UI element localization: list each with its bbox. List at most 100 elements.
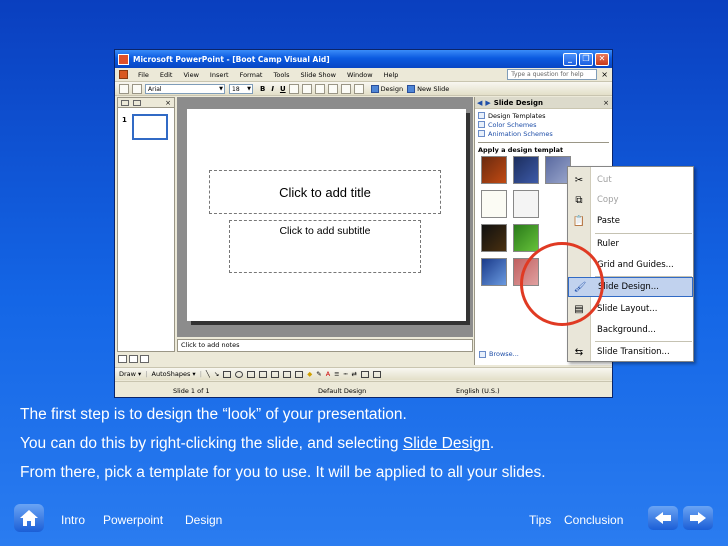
- nav-tips[interactable]: Tips: [529, 513, 551, 527]
- pane-close-icon[interactable]: ×: [165, 99, 171, 107]
- arrow-style-icon[interactable]: ⇄: [352, 370, 357, 378]
- rectangle-tool-icon[interactable]: [223, 370, 232, 378]
- task-pane-close-icon[interactable]: ×: [603, 99, 609, 107]
- 3d-style-icon[interactable]: [373, 370, 381, 378]
- picture-tool-icon[interactable]: [295, 370, 304, 378]
- context-copy[interactable]: ⧉ Copy: [568, 190, 693, 210]
- forward-arrow-icon[interactable]: ▶: [485, 99, 490, 107]
- task-pane-header: ◀ ▶ Slide Design ×: [475, 97, 612, 109]
- nav-design[interactable]: Design: [185, 513, 222, 527]
- text-color-icon[interactable]: A: [326, 370, 330, 378]
- template-thumbnail[interactable]: [513, 156, 539, 184]
- numbering-icon[interactable]: [327, 83, 338, 94]
- oval-tool-icon[interactable]: [235, 370, 244, 378]
- slides-pane-icon[interactable]: [119, 83, 129, 94]
- align-center-icon[interactable]: [301, 83, 312, 94]
- menu-insert[interactable]: Insert: [210, 71, 229, 79]
- font-size-select[interactable]: 18 ▼: [229, 83, 253, 94]
- context-ruler-label: Ruler: [597, 239, 619, 249]
- paste-icon: 📋: [572, 215, 586, 227]
- view-buttons: [118, 355, 151, 363]
- formatting-toolbar: Arial ▼ 18 ▼ B I U Design New Slide: [115, 82, 612, 96]
- back-arrow-icon[interactable]: ◀: [477, 99, 482, 107]
- slide-canvas[interactable]: Click to add title Click to add subtitle: [187, 109, 466, 321]
- wordart-tool-icon[interactable]: [259, 370, 268, 378]
- template-thumbnail[interactable]: [481, 190, 507, 218]
- help-search-input[interactable]: Type a question for help: [507, 69, 598, 80]
- subtitle-placeholder[interactable]: Click to add subtitle: [229, 220, 421, 273]
- apply-template-heading: Apply a design templat: [478, 146, 564, 154]
- autoshapes-menu-button[interactable]: AutoShapes ▾: [152, 370, 196, 378]
- line-tool-icon[interactable]: ╲: [206, 370, 210, 378]
- line-style-icon[interactable]: ≡: [334, 370, 339, 378]
- copy-icon: ⧉: [575, 194, 583, 206]
- minimize-button[interactable]: _: [563, 52, 577, 66]
- slide-thumbnail[interactable]: [132, 114, 168, 140]
- italic-button[interactable]: I: [271, 85, 274, 93]
- template-thumbnail[interactable]: [481, 258, 507, 286]
- nav-powerpoint[interactable]: Powerpoint: [103, 513, 163, 527]
- menu-help[interactable]: Help: [384, 71, 399, 79]
- underline-button[interactable]: U: [280, 85, 286, 93]
- color-schemes-link[interactable]: Color Schemes: [478, 120, 609, 129]
- bold-button[interactable]: B: [260, 85, 265, 93]
- context-cut[interactable]: ✂ Cut: [568, 170, 693, 190]
- design-button[interactable]: Design: [370, 84, 403, 93]
- arrow-tool-icon[interactable]: ↘: [214, 370, 219, 378]
- outline-pane-icon[interactable]: [132, 83, 142, 94]
- align-left-icon[interactable]: [288, 83, 299, 94]
- diagram-tool-icon[interactable]: [271, 370, 280, 378]
- notes-pane[interactable]: Click to add notes: [177, 339, 473, 352]
- menu-file[interactable]: File: [138, 71, 149, 79]
- sorter-view-icon[interactable]: [129, 355, 138, 363]
- previous-button[interactable]: [648, 506, 678, 530]
- design-templates-link[interactable]: Design Templates: [478, 111, 609, 120]
- slideshow-view-icon[interactable]: [140, 355, 149, 363]
- slides-tab-icon[interactable]: [133, 99, 141, 106]
- context-slide-layout-label: Slide Layout...: [597, 304, 658, 314]
- close-button[interactable]: ✕: [595, 52, 609, 66]
- context-background[interactable]: Background...: [568, 320, 693, 340]
- clipart-tool-icon[interactable]: [283, 370, 292, 378]
- fill-color-icon[interactable]: ◆: [307, 370, 312, 378]
- outline-tab-icon[interactable]: [121, 99, 129, 106]
- title-placeholder[interactable]: Click to add title: [209, 170, 441, 214]
- increase-font-icon[interactable]: [340, 83, 351, 94]
- draw-menu-button[interactable]: Draw ▾: [119, 370, 141, 378]
- browse-link[interactable]: Browse...: [479, 350, 519, 358]
- new-slide-button[interactable]: New Slide: [407, 84, 449, 93]
- template-thumbnail[interactable]: [481, 224, 507, 252]
- next-button[interactable]: [683, 506, 713, 530]
- menu-view[interactable]: View: [183, 71, 198, 79]
- nav-intro[interactable]: Intro: [61, 513, 85, 527]
- dash-style-icon[interactable]: ┅: [344, 370, 348, 378]
- template-thumbnail[interactable]: [481, 156, 507, 184]
- context-paste[interactable]: 📋 Paste: [568, 211, 693, 231]
- textbox-tool-icon[interactable]: [247, 370, 256, 378]
- font-name-select[interactable]: Arial ▼: [145, 83, 225, 94]
- bullets-icon[interactable]: [314, 83, 325, 94]
- menu-edit[interactable]: Edit: [160, 71, 173, 79]
- font-color-icon[interactable]: [353, 83, 364, 94]
- menu-format[interactable]: Format: [240, 71, 263, 79]
- slide-design-link[interactable]: Slide Design: [403, 435, 490, 452]
- drawing-toolbar: Draw ▾ | AutoShapes ▾ | ╲ ↘ ◆ ✎ A ≡ ┅ ⇄: [115, 367, 612, 380]
- caption-line-1: The first step is to design the “look” o…: [20, 406, 407, 423]
- document-close-button[interactable]: ×: [601, 70, 608, 79]
- restore-button[interactable]: ❐: [579, 52, 593, 66]
- normal-view-icon[interactable]: [118, 355, 127, 363]
- template-thumbnail[interactable]: [513, 190, 539, 218]
- animation-schemes-link[interactable]: Animation Schemes: [478, 129, 609, 138]
- powerpoint-window: Microsoft PowerPoint - [Boot Camp Visual…: [114, 49, 613, 398]
- menu-bar: File Edit View Insert Format Tools Slide…: [115, 68, 612, 82]
- nav-conclusion[interactable]: Conclusion: [564, 513, 623, 527]
- task-pane-title: Slide Design: [493, 98, 543, 107]
- menu-tools[interactable]: Tools: [273, 71, 289, 79]
- line-color-icon[interactable]: ✎: [316, 370, 321, 378]
- template-thumbnail[interactable]: [513, 224, 539, 252]
- home-button[interactable]: [14, 504, 44, 532]
- shadow-style-icon[interactable]: [361, 370, 369, 378]
- menu-slide-show[interactable]: Slide Show: [301, 71, 336, 79]
- menu-window[interactable]: Window: [347, 71, 373, 79]
- context-slide-transition[interactable]: ⇆ Slide Transition...: [568, 342, 693, 362]
